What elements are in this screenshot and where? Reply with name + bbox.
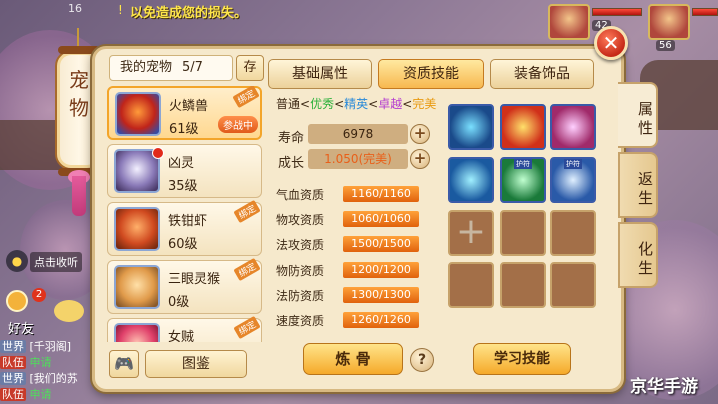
empty-skill-slot[interactable] — [500, 262, 546, 308]
player-hp-bar — [692, 8, 718, 16]
pet-atlas-button[interactable]: 图鉴 — [145, 350, 247, 378]
bound-tag: 绑定 — [233, 315, 261, 340]
aptitude-bar-physical-attack: 1060/1060 — [343, 211, 419, 227]
friend-notification-badge: 2 — [32, 288, 46, 302]
pet-name: 凶灵 — [168, 156, 195, 171]
aptitude-label-speed: 速度资质 — [276, 314, 325, 328]
aptitude-label-magic-defense: 法防资质 — [276, 289, 325, 303]
bound-tag: 绑定 — [232, 86, 260, 109]
side-tab-rebirth[interactable]: 返生 — [618, 152, 658, 218]
in-battle-tag: 参战中 — [218, 116, 258, 133]
skill-slot-water-icon[interactable] — [448, 104, 494, 150]
pet-list-item[interactable]: 火鳞兽 61级 绑定 参战中 — [107, 86, 262, 140]
pet-level: 0级 — [168, 295, 190, 310]
pet-count: 5/7 — [182, 60, 203, 75]
pet-level: 60级 — [168, 237, 198, 252]
learn-skill-button[interactable]: 学习技能 — [473, 343, 571, 375]
aptitude-bar-magic-attack: 1500/1500 — [343, 236, 419, 252]
notice-icon: ! — [118, 3, 123, 17]
side-tab-transform[interactable]: 化生 — [618, 222, 658, 288]
player-level: 56 — [656, 40, 675, 51]
my-pets-label: 我的宠物 — [120, 60, 173, 75]
bound-tag: 绑定 — [233, 257, 261, 282]
aptitude-bar-magic-defense: 1300/1300 — [343, 287, 419, 303]
pet-portrait-fire-beast — [115, 92, 161, 136]
tab-basic-attributes[interactable]: 基础属性 — [268, 59, 372, 89]
aptitude-bar-hp: 1160/1160 — [343, 186, 419, 202]
guard-label: 护符 — [514, 159, 532, 169]
refine-bone-button[interactable]: 炼 骨 — [303, 343, 403, 375]
add-skill-slot[interactable]: + — [448, 210, 494, 256]
pet-list[interactable]: 火鳞兽 61级 绑定 参战中 凶灵 35级 铁钳虾 60级 绑定 三眼灵猴 0级… — [107, 86, 265, 342]
mic-icon[interactable]: ● — [6, 250, 28, 272]
pet-list-item[interactable]: 凶灵 35级 — [107, 144, 262, 198]
chat-message[interactable]: 队伍 申请 — [0, 354, 52, 370]
skill-slot-guard-icon[interactable]: 护符 — [500, 157, 546, 203]
player-avatar[interactable] — [648, 4, 690, 40]
side-tab-attributes[interactable]: 属性 — [618, 82, 658, 148]
life-label: 寿命 — [278, 131, 305, 146]
grade-legend: 普通<优秀<精英<卓越<完美 — [276, 97, 437, 111]
server-number: 16 — [68, 2, 82, 15]
tab-aptitude-skills[interactable]: 资质技能 — [378, 59, 484, 89]
pet-list-item[interactable]: 三眼灵猴 0级 绑定 — [107, 257, 262, 314]
growth-value: 1.050(完美) — [308, 149, 408, 169]
chat-bubble-icon[interactable] — [54, 300, 84, 322]
lantern-tassel — [72, 176, 86, 216]
tab-equipment-accessories[interactable]: 装备饰品 — [490, 59, 594, 89]
help-button[interactable]: ? — [410, 348, 434, 372]
life-value: 6978 — [308, 124, 408, 144]
friends-label: 好友 — [8, 322, 35, 337]
skill-slot-guard-icon[interactable]: 护符 — [550, 157, 596, 203]
new-notification-dot — [152, 147, 164, 159]
empty-skill-slot[interactable] — [550, 262, 596, 308]
bound-tag: 绑定 — [233, 199, 261, 224]
pet-list-item[interactable]: 女贼 绑定 — [107, 315, 262, 342]
my-pets-header: 我的宠物 5/7 — [109, 55, 233, 81]
pet-name: 火鳞兽 — [169, 99, 209, 114]
system-notice: 以免造成您的损失。 — [130, 6, 248, 21]
skill-slot-fire-icon[interactable] — [500, 104, 546, 150]
pet-name: 女贼 — [168, 330, 195, 342]
pet-level: 61级 — [169, 122, 199, 137]
chat-message[interactable]: 世界 [我们的苏 — [0, 370, 78, 386]
pet-list-item[interactable]: 铁钳虾 60级 绑定 — [107, 199, 262, 256]
aptitude-bar-physical-defense: 1200/1200 — [343, 262, 419, 278]
close-button[interactable]: ✕ — [594, 26, 628, 60]
empty-skill-slot[interactable] — [500, 210, 546, 256]
aptitude-bar-speed: 1260/1260 — [343, 312, 419, 328]
empty-skill-slot[interactable] — [448, 262, 494, 308]
empty-skill-slot[interactable] — [550, 210, 596, 256]
aptitude-label-hp: 气血资质 — [276, 188, 325, 202]
friends-button[interactable]: 2 — [4, 288, 48, 320]
growth-label: 成长 — [278, 156, 305, 171]
add-life-button[interactable]: + — [410, 124, 430, 144]
party-member-hp-bar — [592, 8, 642, 16]
friends-icon — [6, 290, 28, 312]
voice-listen-button[interactable]: 点击收听 — [30, 252, 82, 272]
gamepad-icon[interactable]: 🎮 — [109, 350, 139, 378]
skill-slot-magic-icon[interactable] — [550, 104, 596, 150]
skill-slot-wind-icon[interactable] — [448, 157, 494, 203]
store-pet-button[interactable]: 存 — [236, 55, 264, 81]
chat-message[interactable]: 世界 [千羽阁] — [0, 338, 71, 354]
pet-portrait-iron-claw-shrimp — [114, 207, 160, 251]
pet-level: 35级 — [168, 179, 198, 194]
pet-portrait-female-thief — [114, 323, 160, 342]
add-growth-button[interactable]: + — [410, 149, 430, 169]
site-watermark: 京华手游 — [630, 377, 698, 397]
aptitude-label-magic-attack: 法攻资质 — [276, 238, 325, 252]
chat-message[interactable]: 队伍 申请 — [0, 386, 52, 402]
aptitude-label-physical-defense: 物防资质 — [276, 264, 325, 278]
party-member-avatar[interactable] — [548, 4, 590, 40]
pet-name: 三眼灵猴 — [168, 272, 221, 287]
window-title: 宠物 — [69, 68, 89, 120]
guard-label: 护符 — [564, 159, 582, 169]
aptitude-label-physical-attack: 物攻资质 — [276, 213, 325, 227]
pet-name: 铁钳虾 — [168, 214, 208, 229]
pet-portrait-three-eyed-monkey — [114, 265, 160, 309]
